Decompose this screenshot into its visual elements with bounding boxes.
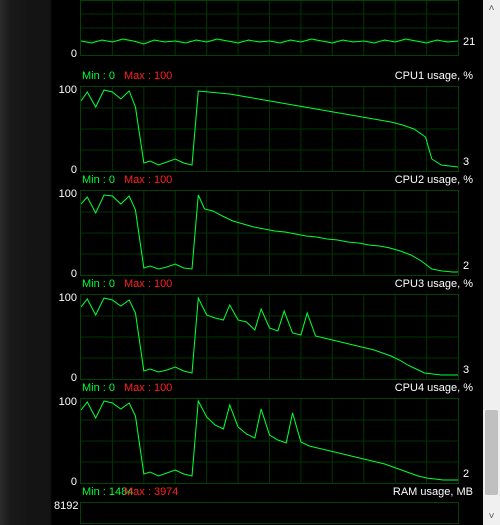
current-value: 21 xyxy=(463,36,483,48)
axis-label-high: 100 xyxy=(54,188,77,200)
chart-cpu3: Min : 0 Max : 100 CPU3 usage, % 100 0 xyxy=(54,278,483,382)
chart-header: Min : 1484 Max : 3974 RAM usage, MB xyxy=(54,486,483,502)
current-value: 3 xyxy=(463,364,483,376)
chart-plot xyxy=(80,86,459,172)
chart-title: CPU4 usage, % xyxy=(395,382,473,394)
min-label: Min : 0 xyxy=(82,70,115,82)
max-label: Max : 3974 xyxy=(124,486,178,498)
axis-label-high: 100 xyxy=(54,396,77,408)
chart-header: Min : 0 Max : 100 CPU3 usage, % xyxy=(54,278,483,294)
window-frame: ˄ ˅ 0 21 xyxy=(0,0,500,525)
min-label: Min : 0 xyxy=(82,278,115,290)
scroll-down-button[interactable]: ˅ xyxy=(483,508,500,525)
chart-plot xyxy=(80,190,459,276)
axis-label-high: 100 xyxy=(54,84,77,96)
max-label: Max : 100 xyxy=(124,278,172,290)
chart-header: Min : 0 Max : 100 CPU4 usage, % xyxy=(54,382,483,398)
chart-title: CPU2 usage, % xyxy=(395,174,473,186)
scroll-thumb[interactable] xyxy=(485,410,498,495)
scroll-up-button[interactable]: ˄ xyxy=(483,0,500,17)
chart-cpu2: Min : 0 Max : 100 CPU2 usage, % 100 0 xyxy=(54,174,483,278)
max-label: Max : 100 xyxy=(124,174,172,186)
chart-header: Min : 0 Max : 100 CPU1 usage, % xyxy=(54,70,483,86)
max-label: Max : 100 xyxy=(124,70,172,82)
chart-cpu4: Min : 0 Max : 100 CPU4 usage, % 100 0 xyxy=(54,382,483,486)
min-label: Min : 0 xyxy=(82,174,115,186)
min-label: Min : 0 xyxy=(82,382,115,394)
chart-plot xyxy=(80,502,459,524)
chart-plot xyxy=(80,294,459,380)
axis-label-high: 8192 xyxy=(54,500,77,512)
chart-header: Min : 0 Max : 100 CPU2 usage, % xyxy=(54,174,483,190)
monitor-panel: ˄ ˅ 0 21 xyxy=(54,0,500,525)
axis-label-low: 0 xyxy=(54,48,77,60)
chart-cpu1: Min : 0 Max : 100 CPU1 usage, % 100 0 xyxy=(54,70,483,174)
chart-partial-top: 0 21 xyxy=(54,0,483,70)
scrollbar[interactable]: ˄ ˅ xyxy=(483,0,500,525)
current-value: 3 xyxy=(463,156,483,168)
charts-viewport: 0 21 Min : 0 Max : 100 CPU1 usage, % 100 xyxy=(54,0,483,525)
chart-title: CPU3 usage, % xyxy=(395,278,473,290)
axis-label-high: 100 xyxy=(54,292,77,304)
current-value: 2 xyxy=(463,468,483,480)
chart-ram: Min : 1484 Max : 3974 RAM usage, MB 8192 xyxy=(54,486,483,525)
max-label: Max : 100 xyxy=(124,382,172,394)
current-value: 2 xyxy=(463,260,483,272)
chart-title: CPU1 usage, % xyxy=(395,70,473,82)
chart-plot xyxy=(80,0,459,56)
chart-plot xyxy=(80,398,459,484)
chart-title: RAM usage, MB xyxy=(393,486,473,498)
